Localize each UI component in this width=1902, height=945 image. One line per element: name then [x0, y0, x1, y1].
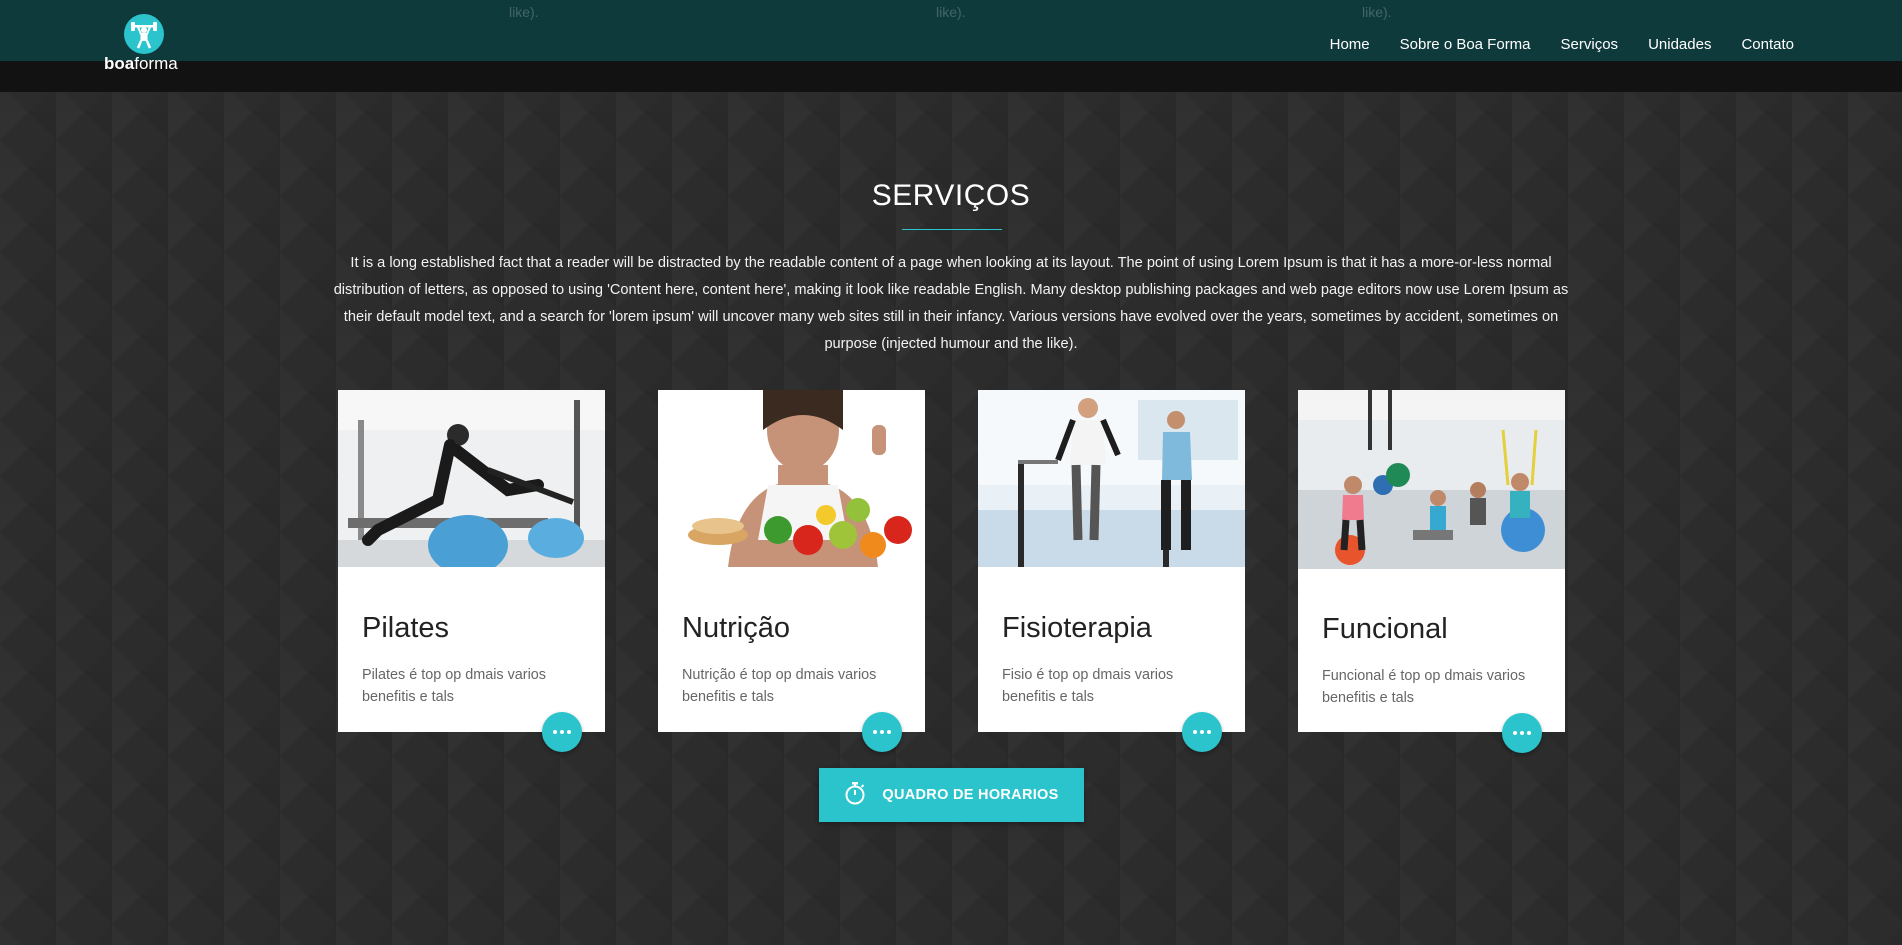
- card-text: Fisio é top op dmais varios benefitis e …: [1002, 667, 1174, 705]
- nav-link-home[interactable]: Home: [1330, 36, 1370, 53]
- navbar: like). like). like). Home Sobre o Boa Fo…: [0, 0, 1902, 61]
- more-button[interactable]: [1502, 713, 1542, 753]
- nav-link-unidades[interactable]: Unidades: [1648, 36, 1711, 53]
- nav-link-sobre[interactable]: Sobre o Boa Forma: [1400, 36, 1531, 53]
- physio-photo: [978, 390, 1245, 567]
- title-divider: [902, 229, 1002, 230]
- more-dots-icon: [553, 730, 571, 734]
- service-card-fisioterapia: Fisioterapia Fisio é top op dmais varios…: [978, 390, 1245, 752]
- logo-text-bold: boa: [104, 54, 135, 73]
- more-button[interactable]: [862, 712, 902, 752]
- card-text: Pilates é top op dmais varios benefitis …: [362, 667, 546, 705]
- functional-photo: [1298, 390, 1565, 569]
- logo-text: boaforma: [104, 54, 178, 74]
- card-text: Nutrição é top op dmais varios benefitis…: [682, 667, 877, 705]
- more-button[interactable]: [1182, 712, 1222, 752]
- ghost-text: like).: [509, 4, 539, 20]
- service-card-pilates: Pilates Pilates é top op dmais varios be…: [338, 390, 605, 752]
- ghost-text: like).: [1362, 4, 1392, 20]
- pilates-photo: [338, 390, 605, 567]
- logo[interactable]: boaforma: [104, 14, 188, 74]
- more-dots-icon: [873, 730, 891, 734]
- more-dots-icon: [1193, 730, 1211, 734]
- card-text: Funcional é top op dmais varios benefiti…: [1322, 668, 1526, 706]
- schedule-button-label: QUADRO DE HORARIOS: [882, 787, 1059, 803]
- more-button[interactable]: [542, 712, 582, 752]
- section-title: SERVIÇOS: [871, 179, 1031, 212]
- card-title: Funcional: [1322, 613, 1448, 645]
- card-title: Pilates: [362, 612, 450, 644]
- card-title: Fisioterapia: [1002, 612, 1152, 644]
- nutrition-photo: [658, 390, 925, 567]
- stopwatch-icon: [844, 781, 866, 810]
- card-title: Nutrição: [682, 612, 790, 644]
- service-card-nutricao: Nutrição Nutrição é top op dmais varios …: [658, 390, 925, 752]
- ghost-text: like).: [936, 4, 966, 20]
- schedule-button[interactable]: QUADRO DE HORARIOS: [819, 768, 1084, 822]
- service-card-funcional: Funcional Funcional é top op dmais vario…: [1298, 390, 1565, 753]
- navbar-shadow: [0, 61, 1902, 92]
- main-nav: Home Sobre o Boa Forma Serviços Unidades…: [1330, 36, 1794, 53]
- more-dots-icon: [1513, 731, 1531, 735]
- weightlifter-icon: [124, 14, 164, 54]
- logo-text-regular: forma: [134, 54, 178, 73]
- nav-link-servicos[interactable]: Serviços: [1561, 36, 1619, 53]
- nav-link-contato[interactable]: Contato: [1741, 36, 1794, 53]
- section-intro: It is a long established fact that a rea…: [333, 255, 1569, 352]
